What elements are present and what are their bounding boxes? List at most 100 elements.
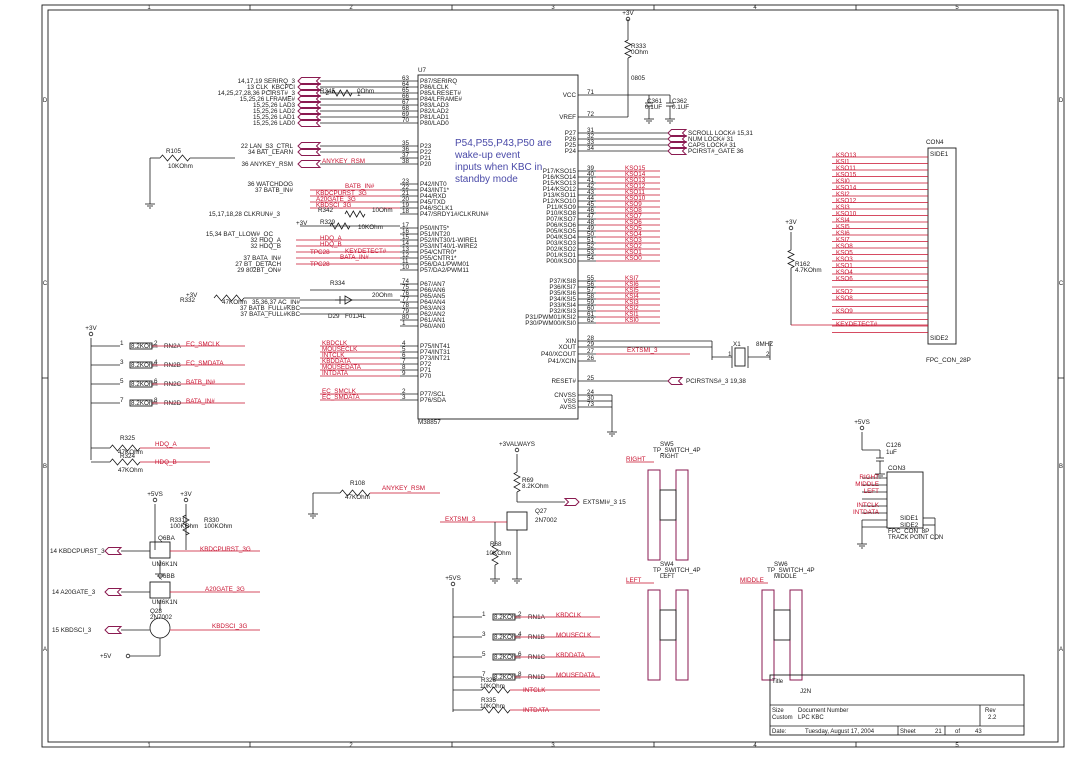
net-anykey: ANYKEY_RSM [382,485,425,492]
net-label: 37 BATB_IN# [255,187,294,194]
pin-number: 1 [357,91,361,98]
sheet-label: Sheet [900,729,916,735]
net-label: KSO0 [625,255,642,262]
r333-val: 0Ohm [631,49,648,56]
frame-row-label: C [1059,281,1064,287]
title-label: Title [772,679,784,685]
net-intdata: INTDATA [523,707,550,714]
con4-part: FPC_CON_28P [926,357,971,364]
pin-number: 1 [120,340,124,347]
switch-lead [761,589,775,681]
power-label: +3V [85,325,97,332]
pin-name: P30/PWM00/KSI0 [525,320,576,327]
c362-val: 0.1UF [672,104,689,111]
power-label: +5VS [445,575,461,582]
net-extsmi: EXTSMI_3 [627,347,658,354]
resistor [344,210,366,218]
inner-frame [47,9,1059,743]
pin-number: 5 [482,651,486,658]
switch-lead [647,469,661,561]
r342-ref: R342 [318,207,334,214]
offpage-port [104,626,123,634]
switch-part: TP_SWITCH_4P [767,567,815,574]
switch-part: TP_SWITCH_4P [653,447,701,454]
net-label: KBDDATA [556,652,586,659]
tpc28: TPC28 [310,261,330,268]
wakeup-note: wake-up event [454,150,520,161]
net-label: EC_SMDATA [186,360,224,367]
pin-number: 70 [402,117,410,124]
offpage-port [667,377,684,385]
net-label: EC_SMDATA [322,394,360,401]
pin-number: 54 [587,255,595,262]
pin-number: 3 [402,394,406,401]
net-label: RIGHT [626,456,646,463]
rn-ref: RN1B [528,634,545,641]
frame-row-label: D [43,98,48,104]
resistor [787,249,795,269]
pin-number: 5 [120,378,124,385]
date-label: Date: [772,729,787,735]
r330-val: 100KOhm [204,523,232,530]
pin-name: RESET# [552,378,577,385]
net-label: INTDATA [853,509,880,516]
net-label: RIGHT [859,474,879,481]
pin-name: SIDE1 [930,151,949,158]
r334-val: 20Ohm [372,292,393,299]
net-label: 34 BAT_LEARN [248,149,293,156]
r69-val: 8.2KOhm [522,483,549,490]
frame-col-label: 1 [147,743,151,749]
frame-col-label: 5 [955,743,959,749]
q6ba-fet [149,541,171,559]
of-value: 43 [975,729,982,735]
frame-row-label: D [1059,98,1064,104]
pin-number: 9 [402,370,406,377]
net-label: MIDDLE [740,577,764,584]
pin-number: 2 [325,90,329,97]
net-label: INTDATA [322,370,349,377]
net-intclk: INTCLK [523,687,546,694]
r162-val: 4.7KOhm [795,267,822,274]
r325-ref: R325 [120,435,136,442]
power-pin [788,225,794,231]
switch-part: TP_SWITCH_4P [653,567,701,574]
pin-name: SIDE2 [930,335,949,342]
r324-val: 47KOhm [118,467,143,474]
r108-ref: R108 [350,480,366,487]
net-label: PCIRST#_GATE 36 [688,148,744,155]
pin-number: 3 [482,631,486,638]
power-pin [450,581,456,587]
power-label: +5VS [147,491,163,498]
offpage-port [104,547,123,555]
rev-value: 2.2 [988,715,997,721]
pin-name: P47/SRDY1#/CLKRUN# [420,211,489,218]
pin-number: 10 [402,264,410,271]
rn-val: 8.2KOhm [494,674,521,681]
power-pin [514,447,520,453]
offpage-port [104,588,123,596]
net-extsmi-out: EXTSMI#_3 15 [583,499,626,506]
resistor [513,471,521,493]
pin-name: AVSS [560,404,576,411]
con4-body [927,147,957,345]
wakeup-note: inputs when KBC in [455,162,542,173]
rn-ref: RN1D [528,674,546,681]
r326-val: 10KOhm [480,683,505,690]
switch-sub: RIGHT [660,454,679,460]
crystal [734,347,746,367]
switch-sub: LEFT [660,574,675,580]
con3-ref: CON3 [888,465,906,472]
pin-number: 1 [402,320,406,327]
pin-name: P20 [420,161,432,168]
q28-fet [149,617,171,639]
c361-val: 0.1UF [645,104,662,111]
power-label: +3V [622,10,634,17]
net-label: KSO9 [836,308,853,315]
pin-number: 62 [587,317,595,324]
frame-col-label: 4 [753,743,757,749]
power-label: +5V [100,653,112,660]
net-batb: BATB_IN# [345,183,375,190]
power-label: +3V [296,220,308,227]
con3-part: FPC_CON_8P [888,528,929,535]
frame-row-label: B [1059,464,1063,470]
